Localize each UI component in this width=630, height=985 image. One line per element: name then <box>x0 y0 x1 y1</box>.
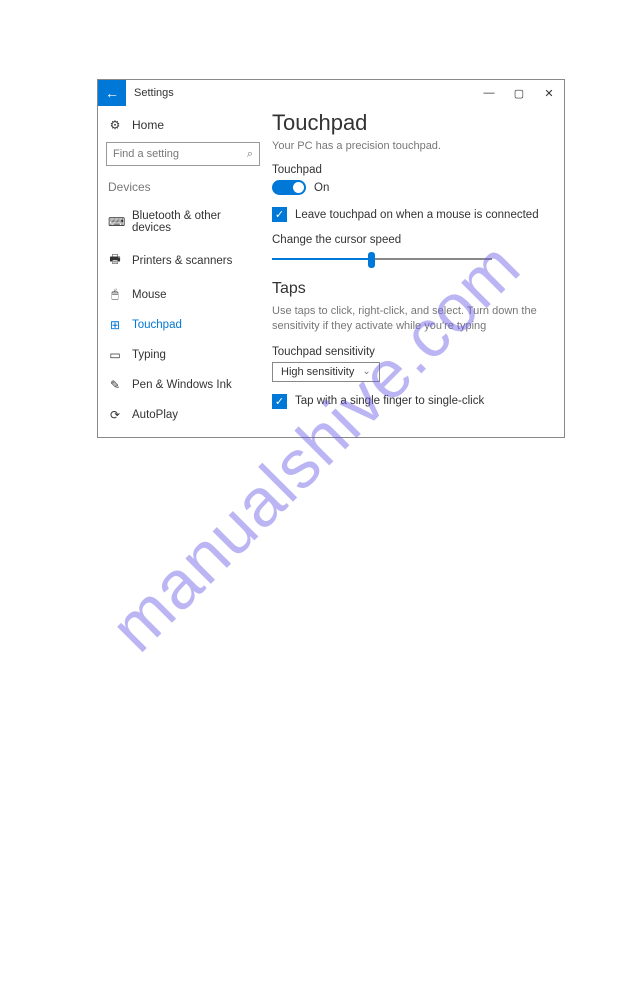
page-subtitle: Your PC has a precision touchpad. <box>272 140 554 152</box>
titlebar: ← Settings — ▢ ✕ <box>98 80 564 106</box>
sidebar: ⚙ Home Find a setting ⌕ Devices ⌨ Blueto… <box>98 106 268 437</box>
main-panel: Touchpad Your PC has a precision touchpa… <box>268 106 564 437</box>
toggle-knob-icon <box>293 182 304 193</box>
mouse-icon: 🖱 <box>108 287 122 302</box>
sidebar-item-usb[interactable]: Ü USB <box>106 430 260 437</box>
sidebar-item-label: Bluetooth & other devices <box>132 210 258 234</box>
close-icon: ✕ <box>544 87 553 100</box>
sidebar-item-touchpad[interactable]: ⊞ Touchpad <box>106 310 260 340</box>
toggle-state: On <box>314 182 329 194</box>
touchpad-toggle-label: Touchpad <box>272 164 554 176</box>
slider-thumb-icon <box>368 252 375 268</box>
search-icon: ⌕ <box>247 148 253 161</box>
minimize-button[interactable]: — <box>474 80 504 106</box>
close-button[interactable]: ✕ <box>534 80 564 106</box>
cursor-speed-label: Change the cursor speed <box>272 234 554 246</box>
home-label: Home <box>132 118 164 132</box>
leave-on-label: Leave touchpad on when a mouse is connec… <box>295 209 539 221</box>
sidebar-item-autoplay[interactable]: ⟳ AutoPlay <box>106 400 260 430</box>
tap-single-checkbox[interactable]: ✓ <box>272 394 287 409</box>
maximize-icon: ▢ <box>514 87 524 100</box>
cursor-speed-slider[interactable] <box>272 250 492 268</box>
sidebar-item-label: Printers & scanners <box>132 255 232 267</box>
sidebar-item-bluetooth[interactable]: ⌨ Bluetooth & other devices <box>106 202 260 242</box>
taps-heading: Taps <box>272 280 554 298</box>
printer-icon: 🖶 <box>108 250 122 271</box>
touchpad-icon: ⊞ <box>108 318 122 332</box>
home-button[interactable]: ⚙ Home <box>106 114 260 142</box>
bluetooth-icon: ⌨ <box>108 215 122 229</box>
sidebar-item-typing[interactable]: ▭ Typing <box>106 340 260 370</box>
gear-icon: ⚙ <box>108 118 122 132</box>
sidebar-item-label: AutoPlay <box>132 409 178 421</box>
sensitivity-dropdown[interactable]: High sensitivity ⌄ <box>272 362 380 382</box>
search-input[interactable]: Find a setting ⌕ <box>106 142 260 166</box>
sidebar-group-label: Devices <box>106 180 260 202</box>
maximize-button[interactable]: ▢ <box>504 80 534 106</box>
sidebar-item-label: Typing <box>132 349 166 361</box>
arrow-left-icon: ← <box>105 85 119 101</box>
sensitivity-value: High sensitivity <box>281 366 354 378</box>
touchpad-toggle[interactable] <box>272 180 306 195</box>
sidebar-item-pen[interactable]: ✎ Pen & Windows Ink <box>106 370 260 400</box>
back-button[interactable]: ← <box>98 80 126 106</box>
search-placeholder: Find a setting <box>113 148 247 160</box>
sidebar-item-label: Mouse <box>132 289 167 301</box>
autoplay-icon: ⟳ <box>108 408 122 422</box>
tap-single-label: Tap with a single finger to single-click <box>295 395 484 407</box>
pen-icon: ✎ <box>108 378 122 392</box>
sidebar-item-label: Pen & Windows Ink <box>132 379 232 391</box>
sidebar-item-printers[interactable]: 🖶 Printers & scanners <box>106 242 260 279</box>
chevron-down-icon: ⌄ <box>362 366 370 377</box>
page-title: Touchpad <box>272 110 554 136</box>
keyboard-icon: ▭ <box>108 348 122 362</box>
sidebar-item-label: Touchpad <box>132 319 182 331</box>
check-icon: ✓ <box>275 208 284 221</box>
taps-description: Use taps to click, right-click, and sele… <box>272 304 554 334</box>
leave-on-checkbox[interactable]: ✓ <box>272 207 287 222</box>
slider-fill <box>272 258 372 260</box>
sidebar-item-mouse[interactable]: 🖱 Mouse <box>106 279 260 310</box>
window-title: Settings <box>126 80 474 106</box>
sensitivity-label: Touchpad sensitivity <box>272 346 554 358</box>
settings-window: ← Settings — ▢ ✕ ⚙ Home Find a setting ⌕… <box>97 79 565 438</box>
check-icon: ✓ <box>275 395 284 408</box>
minimize-icon: — <box>484 87 495 99</box>
